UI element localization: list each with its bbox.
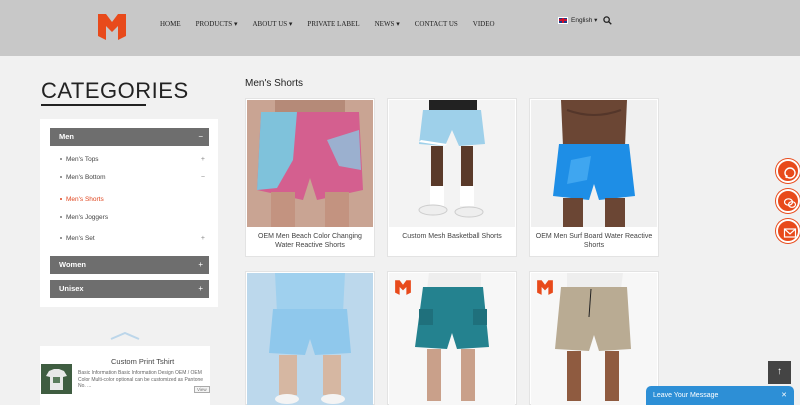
product-image[interactable]	[247, 273, 373, 405]
expand-icon[interactable]: +	[201, 156, 205, 163]
categories-panel: Men − Men's Tops + Men's Bottom − Men's …	[40, 119, 218, 307]
language-selector[interactable]: English ▾	[558, 16, 597, 24]
product-card[interactable]	[529, 271, 659, 405]
nav-about-us[interactable]: ABOUT US ▾	[252, 20, 292, 28]
nav-private-label[interactable]: PRIVATE LABEL	[307, 20, 359, 28]
whatsapp-button[interactable]	[776, 159, 800, 183]
product-image[interactable]	[531, 100, 657, 227]
main-nav: HOME PRODUCTS ▾ ABOUT US ▾ PRIVATE LABEL…	[160, 20, 510, 28]
category-women-label: Women	[59, 260, 86, 269]
nav-home[interactable]: HOME	[160, 20, 181, 28]
product-card[interactable]: OEM Men Surf Board Water Reactive Shorts	[529, 98, 659, 257]
bullet-icon	[60, 216, 62, 219]
category-men[interactable]: Men −	[50, 128, 209, 146]
page-title: Men's Shorts	[245, 78, 304, 89]
bullet-icon	[60, 237, 62, 240]
product-image[interactable]	[389, 100, 515, 227]
subcategory-mens-bottom[interactable]: Men's Bottom −	[60, 174, 209, 181]
view-more-button[interactable]: View	[194, 386, 210, 393]
bullet-icon	[60, 158, 62, 161]
expand-icon[interactable]: +	[198, 256, 203, 274]
collapse-icon[interactable]: −	[201, 174, 205, 181]
wechat-button[interactable]	[776, 189, 800, 213]
featured-product-title[interactable]: Custom Print Tshirt	[111, 357, 174, 366]
uk-flag-icon	[558, 16, 568, 24]
tshirt-icon	[41, 364, 72, 394]
category-men-label: Men	[59, 132, 74, 141]
product-card[interactable]	[245, 271, 375, 405]
featured-product-description: Basic Information Basic Information Desi…	[78, 370, 204, 389]
brand-watermark-icon	[395, 280, 411, 295]
leave-message-label: Leave Your Message	[653, 392, 719, 399]
subcategory-label: Men's Set	[66, 235, 95, 242]
subcategory-label: Men's Joggers	[66, 214, 109, 221]
nav-contact-us[interactable]: CONTACT US	[415, 20, 458, 28]
scroll-to-top-button[interactable]: ↑	[768, 361, 791, 384]
subcategory-mens-shorts[interactable]: Men's Shorts	[60, 196, 209, 203]
mail-icon	[783, 228, 797, 238]
product-card[interactable]	[387, 271, 517, 405]
nav-news[interactable]: NEWS ▾	[375, 20, 400, 28]
brand-watermark-icon	[537, 280, 553, 295]
product-caption[interactable]: OEM Men Surf Board Water Reactive Shorts	[534, 232, 654, 250]
bullet-icon	[60, 198, 62, 201]
heading-underline	[41, 104, 146, 106]
nav-video[interactable]: VIDEO	[473, 20, 495, 28]
wechat-icon	[783, 198, 797, 208]
category-unisex[interactable]: Unisex +	[50, 280, 209, 298]
category-unisex-label: Unisex	[59, 284, 84, 293]
featured-product-image[interactable]	[41, 364, 72, 394]
product-card[interactable]: Custom Mesh Basketball Shorts	[387, 98, 517, 257]
site-header: HOME PRODUCTS ▾ ABOUT US ▾ PRIVATE LABEL…	[0, 0, 800, 56]
subcategory-mens-tops[interactable]: Men's Tops +	[60, 156, 209, 163]
close-icon[interactable]: ✕	[781, 386, 787, 405]
nav-products[interactable]: PRODUCTS ▾	[196, 20, 238, 28]
subcategory-label: Men's Bottom	[66, 174, 106, 181]
expand-icon[interactable]: +	[198, 280, 203, 298]
collapse-icon[interactable]: −	[198, 128, 203, 146]
brand-logo[interactable]	[96, 10, 128, 42]
subcategory-label: Men's Tops	[66, 156, 99, 163]
product-card[interactable]: OEM Men Beach Color Changing Water React…	[245, 98, 375, 257]
expand-icon[interactable]: +	[201, 235, 205, 242]
chevron-up-icon[interactable]	[110, 332, 140, 340]
whatsapp-icon	[784, 167, 796, 179]
product-caption[interactable]: Custom Mesh Basketball Shorts	[392, 232, 512, 241]
featured-product[interactable]: Custom Print Tshirt Basic Information Ba…	[40, 346, 210, 405]
leave-message-bar[interactable]: Leave Your Message ✕	[646, 386, 794, 405]
product-image[interactable]	[247, 100, 373, 227]
bullet-icon	[60, 176, 62, 179]
subcategory-label: Men's Shorts	[66, 196, 104, 203]
email-button[interactable]	[776, 219, 800, 243]
subcategory-mens-joggers[interactable]: Men's Joggers	[60, 214, 209, 221]
search-icon[interactable]	[603, 16, 612, 25]
category-women[interactable]: Women +	[50, 256, 209, 274]
subcategory-mens-set[interactable]: Men's Set +	[60, 235, 209, 242]
product-caption[interactable]: OEM Men Beach Color Changing Water React…	[250, 232, 370, 250]
categories-heading: CATEGORIES	[41, 78, 189, 103]
language-label: English ▾	[571, 17, 598, 24]
